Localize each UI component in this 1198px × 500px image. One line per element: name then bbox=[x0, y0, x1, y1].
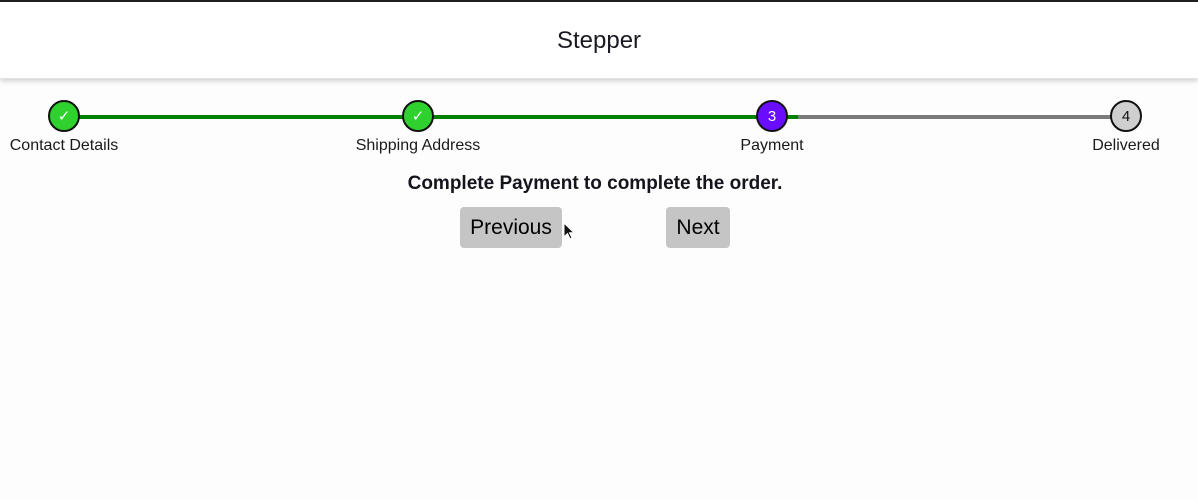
previous-button[interactable]: Previous bbox=[460, 207, 562, 248]
track-segment-2 bbox=[418, 115, 798, 119]
step-3-current[interactable]: 3 bbox=[756, 100, 788, 132]
step-2-complete-icon[interactable]: ✓ bbox=[402, 100, 434, 132]
step-1-complete-icon[interactable]: ✓ bbox=[48, 100, 80, 132]
track-segment-3 bbox=[798, 115, 1126, 119]
next-button[interactable]: Next bbox=[666, 207, 730, 248]
step-label-payment: Payment bbox=[740, 137, 804, 154]
step-4-pending[interactable]: 4 bbox=[1110, 100, 1142, 132]
step-label-contact-details: Contact Details bbox=[9, 137, 119, 154]
step-label-shipping-address: Shipping Address bbox=[355, 137, 481, 154]
track-segment-1 bbox=[64, 115, 418, 119]
mouse-pointer-icon bbox=[563, 222, 576, 240]
step-label-delivered: Delivered bbox=[1092, 137, 1160, 154]
step-message: Complete Payment to complete the order. bbox=[407, 173, 783, 194]
stepper: ✓ Contact Details ✓ Shipping Address 3 P… bbox=[0, 0, 1198, 170]
